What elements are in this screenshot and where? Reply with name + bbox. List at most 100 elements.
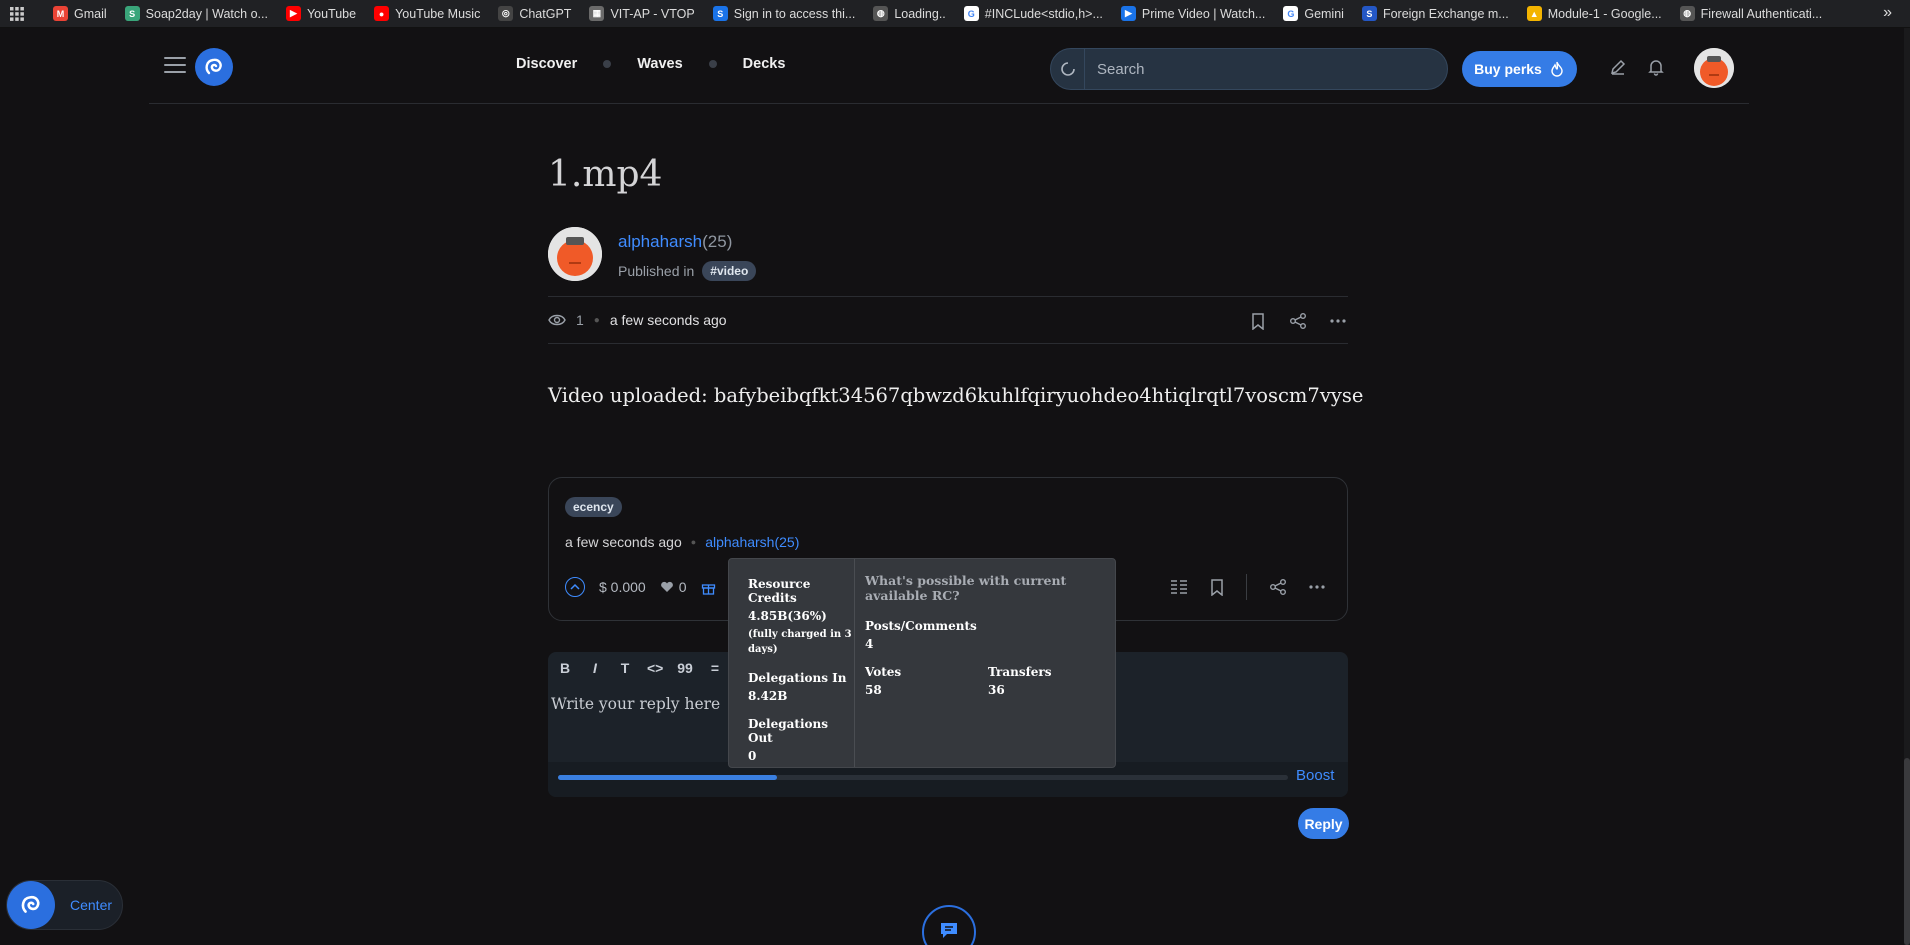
apps-grid-icon[interactable] xyxy=(8,5,26,23)
card-bookmark-icon[interactable] xyxy=(1210,578,1224,596)
gmail-icon: M xyxy=(53,6,68,21)
bookmark-item[interactable]: ● YouTube Music xyxy=(365,3,489,25)
bell-icon[interactable] xyxy=(1647,58,1667,78)
bookmark-label: VIT-AP - VTOP xyxy=(610,6,695,21)
bookmark-item[interactable]: S Foreign Exchange m... xyxy=(1353,3,1518,25)
card-divider xyxy=(1246,574,1247,600)
vtop-icon: ▦ xyxy=(589,6,605,21)
posts-comments-value: 4 xyxy=(865,637,874,651)
forex-icon: S xyxy=(1361,6,1377,21)
votes-capacity-value: 58 xyxy=(865,683,882,697)
card-author[interactable]: alphaharsh(25) xyxy=(705,534,799,550)
card-more-icon[interactable] xyxy=(1309,585,1325,589)
bookmark-label: ChatGPT xyxy=(519,6,572,21)
bookmark-label: Prime Video | Watch... xyxy=(1141,6,1266,21)
cross-post-icon[interactable] xyxy=(1170,579,1188,595)
boost-progress-bar xyxy=(558,775,1288,780)
comment-icon xyxy=(941,923,957,938)
published-in-label: Published in xyxy=(618,263,695,279)
youtube-music-icon: ● xyxy=(374,6,390,21)
ecency-tag[interactable]: ecency xyxy=(565,497,622,517)
bookmark-item[interactable]: ▲ Module-1 - Google... xyxy=(1518,3,1671,25)
quote-button[interactable]: 99 xyxy=(677,660,693,676)
buy-perks-label: Buy perks xyxy=(1474,61,1542,77)
nav-decks[interactable]: Decks xyxy=(743,56,786,72)
bookmark-item[interactable]: M Gmail xyxy=(44,3,116,25)
author-name[interactable]: alphaharsh(25) xyxy=(618,232,732,252)
bookmark-item[interactable]: G Gemini xyxy=(1274,3,1353,25)
nav-discover[interactable]: Discover xyxy=(516,56,577,72)
list-button[interactable]: = xyxy=(707,660,723,676)
post-body: Video uploaded: bafybeibqfkt34567qbwzd6k… xyxy=(548,384,1364,407)
bookmark-item[interactable]: G #INCLude<stdio,h>... xyxy=(955,3,1112,25)
reply-button[interactable]: Reply xyxy=(1298,808,1349,839)
author-reputation: (25) xyxy=(702,232,733,251)
bookmark-item[interactable]: ▶ YouTube xyxy=(277,3,365,25)
meta-dot: ● xyxy=(593,314,600,326)
author-username[interactable]: alphaharsh xyxy=(618,232,702,251)
bookmark-item[interactable]: ▦ VIT-AP - VTOP xyxy=(580,3,703,25)
google-icon: G xyxy=(1283,6,1299,21)
scrollbar-thumb[interactable] xyxy=(1904,758,1910,945)
bookmark-item[interactable]: S Sign in to access thi... xyxy=(704,3,865,25)
bookmark-item[interactable]: ◎ ChatGPT xyxy=(489,3,580,25)
votes-label: Votes xyxy=(865,665,902,679)
bookmark-icon[interactable] xyxy=(1248,311,1268,331)
nav-separator xyxy=(603,60,612,68)
heading-button[interactable]: T xyxy=(617,660,633,676)
prime-video-icon: ▶ xyxy=(1120,6,1136,21)
page-scrollbar[interactable] xyxy=(1904,28,1910,945)
code-button[interactable]: <> xyxy=(647,660,663,676)
nav-waves[interactable]: Waves xyxy=(637,56,682,72)
bookmark-item[interactable]: ◍ Loading.. xyxy=(864,3,954,25)
boost-progress-fill xyxy=(558,775,777,780)
bookmark-label: Foreign Exchange m... xyxy=(1382,6,1509,21)
share-icon[interactable] xyxy=(1288,311,1308,331)
center-button[interactable]: Center xyxy=(6,880,123,930)
eye-icon xyxy=(548,314,566,326)
votes-count[interactable]: 0 xyxy=(660,579,687,595)
bookmark-item[interactable]: ◍ Firewall Authenticati... xyxy=(1671,3,1832,25)
transfers-label: Transfers xyxy=(988,665,1052,679)
votes-value: 0 xyxy=(678,579,687,595)
bold-button[interactable]: B xyxy=(557,660,573,676)
gift-icon[interactable] xyxy=(701,580,716,595)
user-avatar[interactable] xyxy=(1694,48,1734,88)
center-logo-icon xyxy=(7,881,55,929)
rc-possibilities: What's possible with current available R… xyxy=(855,559,1115,697)
search-input[interactable] xyxy=(1085,60,1425,78)
more-bookmarks-icon[interactable]: » xyxy=(1883,4,1892,22)
card-right-actions xyxy=(1170,574,1325,600)
post-title: 1.mp4 xyxy=(548,154,663,195)
author-avatar[interactable] xyxy=(548,227,602,281)
globe-icon: ◍ xyxy=(873,6,889,21)
delegations-in-value: 8.42B xyxy=(748,689,788,703)
boost-button[interactable]: Boost xyxy=(1296,767,1334,784)
payout-value[interactable]: $ 0.000 xyxy=(599,579,646,595)
resource-credits-tooltip: Resource Credits 4.85B(36%) (fully charg… xyxy=(728,558,1116,768)
menu-icon[interactable] xyxy=(164,57,186,73)
post-meta-row: 1 ● a few seconds ago xyxy=(548,296,1348,344)
edit-icon[interactable] xyxy=(1609,58,1629,78)
bookmarks-bar: M Gmail S Soap2day | Watch o... ▶ YouTube ● You… xyxy=(0,0,1910,28)
bookmark-label: Soap2day | Watch o... xyxy=(145,6,268,21)
globe-icon: ◍ xyxy=(1679,6,1695,21)
community-tag[interactable]: #video xyxy=(702,261,757,281)
ecency-logo[interactable] xyxy=(195,48,233,86)
bookmark-item[interactable]: ▶ Prime Video | Watch... xyxy=(1112,3,1274,25)
more-options-icon[interactable] xyxy=(1328,311,1348,331)
google-icon: G xyxy=(963,6,979,21)
transfers-value: 36 xyxy=(988,683,1005,697)
italic-button[interactable]: I xyxy=(587,660,603,676)
bookmark-label: Firewall Authenticati... xyxy=(1700,6,1823,21)
buy-perks-button[interactable]: Buy perks xyxy=(1462,51,1577,87)
upvote-icon[interactable] xyxy=(565,577,585,597)
loading-spinner-icon xyxy=(1051,49,1085,89)
bookmark-item[interactable]: S Soap2day | Watch o... xyxy=(116,3,277,25)
card-share-icon[interactable] xyxy=(1269,578,1287,596)
vote-actions: $ 0.000 0 xyxy=(565,577,716,597)
bookmark-label: #INCLude<stdio,h>... xyxy=(984,6,1103,21)
soap2day-icon: S xyxy=(124,6,140,21)
comments-button[interactable] xyxy=(922,905,976,945)
reply-textarea[interactable]: Write your reply here xyxy=(551,695,720,713)
